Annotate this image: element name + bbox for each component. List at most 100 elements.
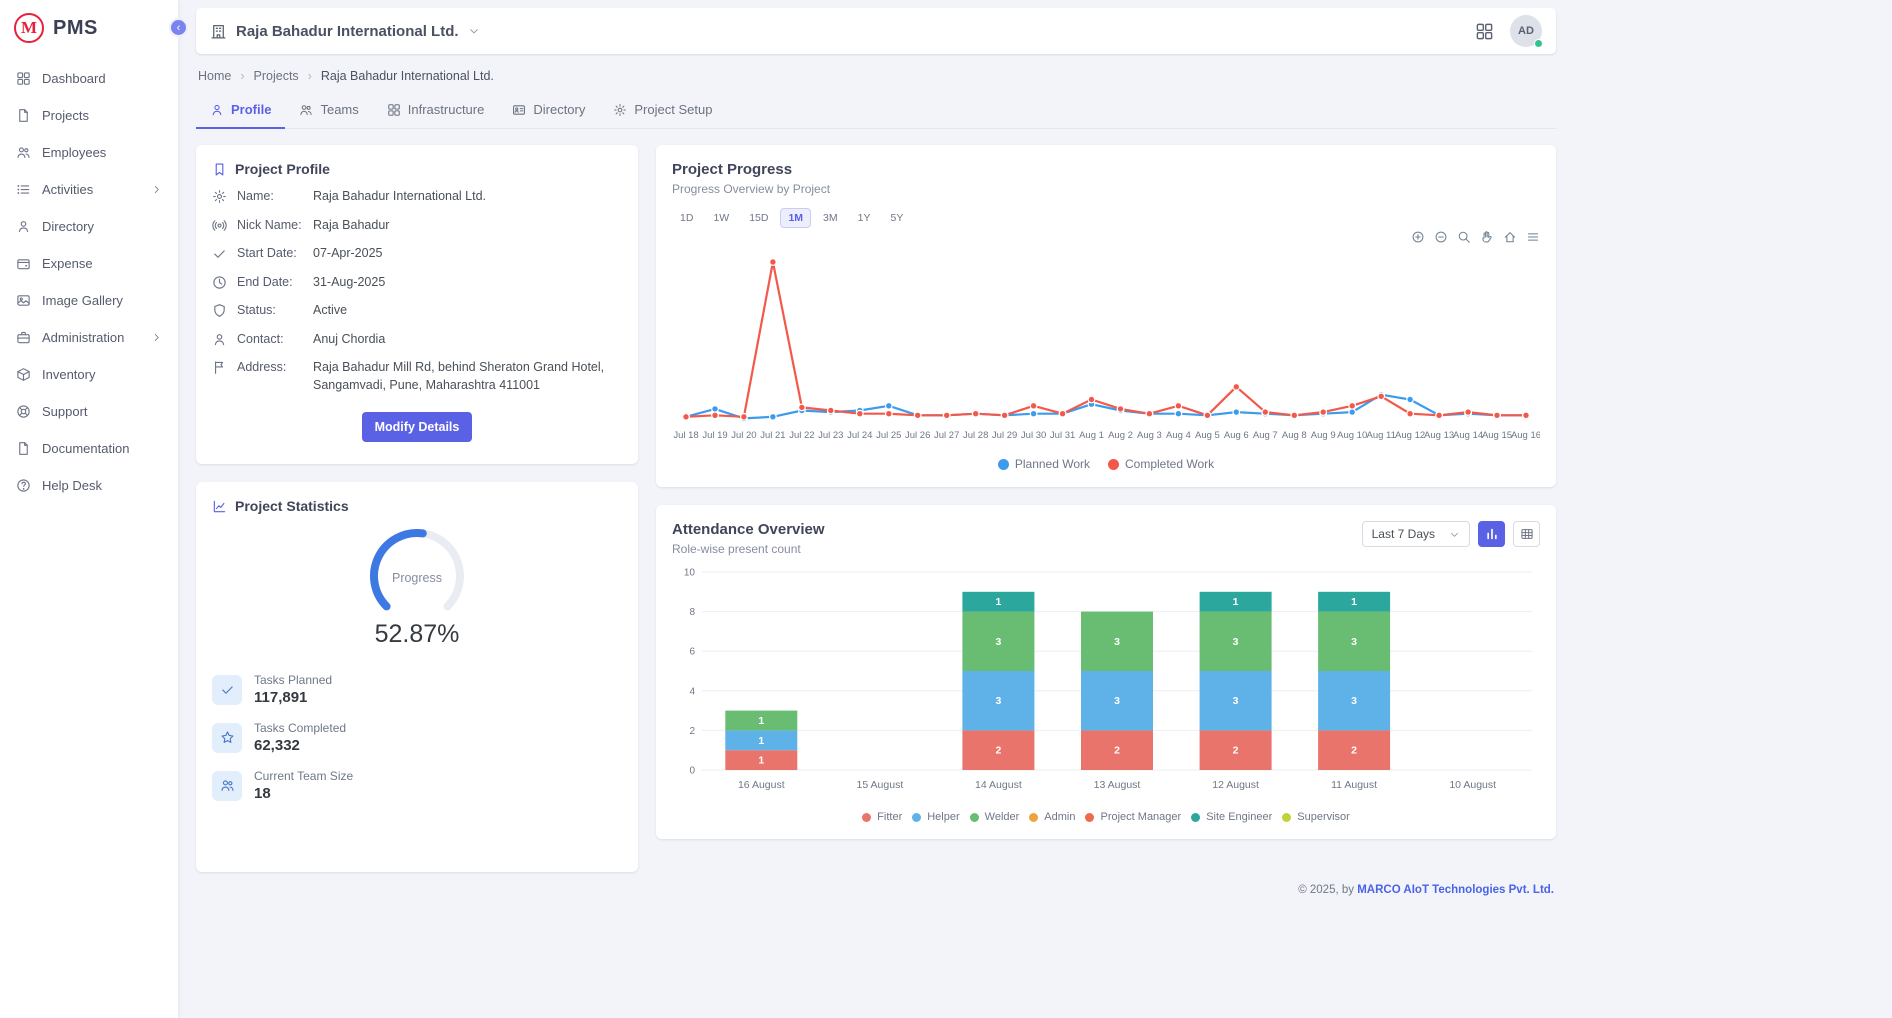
legend-dot: [1108, 459, 1119, 470]
legend-item-planned-work[interactable]: Planned Work: [998, 457, 1090, 471]
field-value: Raja Bahadur International Ltd.: [313, 188, 622, 206]
check-icon: [220, 682, 235, 697]
legend-item-welder[interactable]: Welder: [970, 811, 1020, 823]
field-value: 31-Aug-2025: [313, 274, 622, 292]
legend-item-project-manager[interactable]: Project Manager: [1085, 811, 1181, 823]
selection-zoom-icon[interactable]: [1457, 230, 1471, 244]
profile-tab-icon: [210, 103, 224, 117]
sidebar-item-directory[interactable]: Directory: [0, 208, 178, 245]
building-icon: [210, 23, 227, 40]
profile-card-title: Project Profile: [235, 161, 330, 177]
svg-text:Aug 15: Aug 15: [1482, 430, 1512, 441]
legend-item-completed-work[interactable]: Completed Work: [1108, 457, 1214, 471]
projects-icon: [16, 108, 31, 123]
chevron-down-icon: [1449, 529, 1460, 540]
tab-project-setup[interactable]: Project Setup: [599, 93, 726, 129]
bar-view-button[interactable]: [1478, 521, 1505, 547]
legend-item-supervisor[interactable]: Supervisor: [1282, 811, 1350, 823]
sidebar-item-activities[interactable]: Activities: [0, 171, 178, 208]
attendance-overview-card: Attendance Overview Role-wise present co…: [656, 505, 1556, 839]
project-profile-card: Project Profile Name:Raja Bahadur Intern…: [196, 145, 638, 464]
legend-item-helper[interactable]: Helper: [912, 811, 959, 823]
range-1y-button[interactable]: 1Y: [850, 208, 879, 228]
svg-text:Aug 11: Aug 11: [1366, 430, 1395, 441]
sidebar-item-administration[interactable]: Administration: [0, 319, 178, 356]
expense-icon: [16, 256, 31, 271]
tab-directory[interactable]: Directory: [498, 93, 599, 129]
range-1d-button[interactable]: 1D: [672, 208, 701, 228]
brand-logo[interactable]: M PMS: [0, 0, 178, 56]
attendance-chart-legend: Fitter Helper Welder Admin Project Manager Si…: [672, 811, 1540, 823]
apps-grid-icon[interactable]: [1475, 22, 1494, 41]
zoom-out-icon[interactable]: [1434, 230, 1448, 244]
company-selector[interactable]: Raja Bahadur International Ltd.: [210, 23, 480, 40]
stat-tasks-planned: Tasks Planned117,891: [212, 673, 622, 706]
sidebar-item-image-gallery[interactable]: Image Gallery: [0, 282, 178, 319]
breadcrumb-item-projects[interactable]: Projects: [254, 69, 299, 83]
image-gallery-icon: [16, 293, 31, 308]
svg-text:3: 3: [1351, 695, 1357, 707]
tab-infrastructure[interactable]: Infrastructure: [373, 93, 499, 129]
svg-text:16 August: 16 August: [738, 779, 785, 791]
breadcrumb-separator: ›: [240, 69, 244, 83]
range-5y-button[interactable]: 5Y: [882, 208, 911, 228]
status-icon: [212, 303, 227, 318]
range-1w-button[interactable]: 1W: [705, 208, 737, 228]
menu-icon[interactable]: [1526, 230, 1540, 244]
svg-text:Aug 13: Aug 13: [1424, 430, 1454, 441]
svg-text:Jul 20: Jul 20: [731, 430, 756, 441]
tab-bar: ProfileTeamsInfrastructureDirectoryProje…: [196, 93, 1556, 129]
tab-teams[interactable]: Teams: [285, 93, 372, 129]
legend-dot: [998, 459, 1009, 470]
tab-profile[interactable]: Profile: [196, 93, 285, 129]
progress-line-chart[interactable]: Jul 18Jul 19Jul 20Jul 21Jul 22Jul 23Jul …: [672, 248, 1540, 451]
sidebar-item-label: Help Desk: [42, 478, 102, 493]
svg-text:Aug 1: Aug 1: [1079, 430, 1104, 441]
sidebar-item-projects[interactable]: Projects: [0, 97, 178, 134]
svg-text:Aug 9: Aug 9: [1311, 430, 1336, 441]
range-1m-button[interactable]: 1M: [780, 208, 811, 228]
sidebar-item-help-desk[interactable]: Help Desk: [0, 467, 178, 504]
table-view-button[interactable]: [1513, 521, 1540, 547]
legend-item-fitter[interactable]: Fitter: [862, 811, 902, 823]
days-filter-select[interactable]: Last 7 Days: [1362, 521, 1470, 547]
attendance-card-title: Attendance Overview: [672, 521, 825, 538]
svg-text:Aug 7: Aug 7: [1253, 430, 1278, 441]
sidebar-item-employees[interactable]: Employees: [0, 134, 178, 171]
range-15d-button[interactable]: 15D: [741, 208, 776, 228]
breadcrumb-item-raja-bahadur-international-ltd[interactable]: Raja Bahadur International Ltd.: [321, 69, 494, 83]
field-label: Nick Name:: [237, 217, 303, 235]
home-icon[interactable]: [1503, 230, 1517, 244]
legend-item-site-engineer[interactable]: Site Engineer: [1191, 811, 1272, 823]
attendance-bar-chart[interactable]: 024681016 August11115 August14 August233…: [672, 564, 1540, 807]
svg-text:2: 2: [995, 745, 1001, 757]
modify-details-button[interactable]: Modify Details: [362, 412, 473, 442]
svg-text:2: 2: [1351, 745, 1357, 757]
legend-dot: [862, 813, 871, 822]
team-icon: [220, 778, 235, 793]
pan-icon[interactable]: [1480, 230, 1494, 244]
footer: © 2025, by MARCO AIoT Technologies Pvt. …: [198, 884, 1554, 896]
svg-text:8: 8: [689, 607, 695, 618]
sidebar-item-label: Projects: [42, 108, 89, 123]
sidebar-item-label: Image Gallery: [42, 293, 123, 308]
sidebar-item-label: Expense: [42, 256, 93, 271]
sidebar-item-inventory[interactable]: Inventory: [0, 356, 178, 393]
sidebar-item-documentation[interactable]: Documentation: [0, 430, 178, 467]
legend-item-admin[interactable]: Admin: [1029, 811, 1075, 823]
svg-text:6: 6: [689, 647, 695, 658]
breadcrumb-item-home[interactable]: Home: [198, 69, 231, 83]
end-date-icon: [212, 275, 227, 290]
svg-text:14 August: 14 August: [975, 779, 1022, 791]
svg-text:Jul 18: Jul 18: [673, 430, 698, 441]
sidebar-item-expense[interactable]: Expense: [0, 245, 178, 282]
sidebar-item-label: Support: [42, 404, 88, 419]
zoom-in-icon[interactable]: [1411, 230, 1425, 244]
user-avatar[interactable]: AD: [1510, 15, 1542, 47]
sidebar-item-dashboard[interactable]: Dashboard: [0, 60, 178, 97]
sidebar-item-support[interactable]: Support: [0, 393, 178, 430]
employees-icon: [16, 145, 31, 160]
footer-company-link[interactable]: MARCO AIoT Technologies Pvt. Ltd.: [1357, 884, 1554, 896]
range-3m-button[interactable]: 3M: [815, 208, 846, 228]
sidebar-collapse-button[interactable]: ‹: [169, 18, 188, 37]
